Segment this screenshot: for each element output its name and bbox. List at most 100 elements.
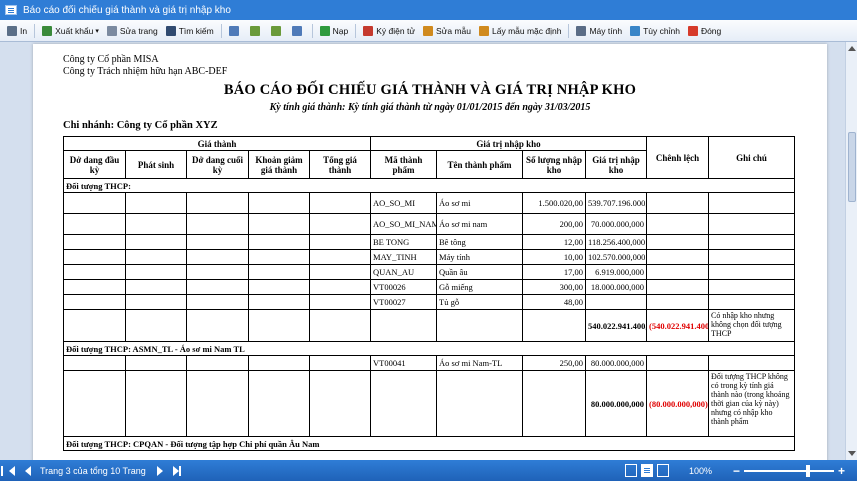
zoom-out-icon[interactable]: − <box>733 464 740 478</box>
cost-cell <box>308 249 372 265</box>
product-code: AO_SO_MI <box>370 192 438 214</box>
cost-cell <box>308 234 372 250</box>
view2-button[interactable] <box>246 22 267 40</box>
next-page-icon[interactable] <box>156 465 163 476</box>
cost-cell <box>248 249 310 265</box>
cost-cell <box>248 192 310 214</box>
cost-cell <box>308 279 372 295</box>
cost-cell <box>125 279 187 295</box>
cost-cell <box>186 355 249 371</box>
diff-cell <box>646 355 710 371</box>
product-name: Áo sơ mi nam <box>436 213 524 235</box>
toolbar-label: Ký điện tử <box>376 25 416 36</box>
search-button[interactable]: Tìm kiếm <box>162 22 218 40</box>
zoom-slider-knob[interactable] <box>805 464 810 477</box>
header-product-code: Mã thành phẩm <box>370 150 438 179</box>
template-edit-icon <box>423 25 434 36</box>
product-code: VT00027 <box>370 294 438 310</box>
empty-cell <box>308 370 372 437</box>
toolbar-label: Sửa trang <box>119 25 158 36</box>
edit-page-button[interactable]: Sửa trang <box>103 22 162 40</box>
print-button[interactable]: In <box>3 22 31 40</box>
cost-cell <box>125 234 187 250</box>
view-multi-page-icon[interactable] <box>656 464 669 477</box>
diff-cell <box>646 192 710 214</box>
customize-icon <box>630 25 641 36</box>
last-page-icon[interactable] <box>172 465 181 476</box>
previous-page-icon[interactable] <box>25 465 31 476</box>
sign-button[interactable]: Ký điện tử <box>359 22 419 40</box>
view-single-page-icon[interactable] <box>624 464 637 477</box>
scroll-up-icon[interactable] <box>848 46 856 51</box>
header-opening-wip: Dở dang đầu kỳ <box>63 150 126 179</box>
cost-cell <box>63 279 126 295</box>
scroll-down-icon[interactable] <box>848 451 856 456</box>
table-row: VT00041 Áo sơ mi Nam-TL 250,00 80.000.000,0… <box>63 355 796 371</box>
empty-cell <box>436 309 524 342</box>
total-row: 80.000.000,000 (80.000.000,000) Đối tượng … <box>63 370 796 437</box>
table-row: AO_SO_MI_NAM Áo sơ mi nam 200,00 70.000.000… <box>63 213 796 235</box>
customize-button[interactable]: Tùy chỉnh <box>626 22 684 40</box>
table-row: VT00026 Gỗ miếng 300,00 18.000.000,000 <box>63 279 796 295</box>
zoom-slider[interactable] <box>743 464 834 477</box>
header-quantity: Số lượng nhập kho <box>522 150 587 179</box>
cost-cell <box>308 264 372 280</box>
view1-button[interactable] <box>225 22 246 40</box>
toolbar: In Xuất khẩu ▾ Sửa trang Tìm kiếm Nạp Ký điện … <box>0 20 857 42</box>
report-title: BÁO CÁO ĐỐI CHIẾU GIÁ THÀNH VÀ GIÁ TRỊ N… <box>223 82 637 98</box>
empty-cell <box>436 370 524 437</box>
empty-cell <box>308 309 372 342</box>
group-row: Đối tượng THCP: CPQAN - Đối tượng tập hợ… <box>62 436 796 451</box>
toolbar-separator <box>355 23 357 38</box>
default-template-button[interactable]: Lấy mẫu mặc định <box>475 22 565 40</box>
refresh-icon <box>319 25 330 36</box>
product-name: Áo sơ mi Nam-TL <box>436 355 524 371</box>
printer-icon <box>7 25 17 36</box>
note-cell <box>708 355 796 371</box>
empty-cell <box>125 309 187 342</box>
status-bar: Trang 3 của tổng 10 Trang 100% − + <box>0 460 857 481</box>
view4-button[interactable] <box>288 22 309 40</box>
cost-cell <box>125 355 187 371</box>
diff-cell <box>646 279 710 295</box>
edit-template-button[interactable]: Sửa mẫu <box>419 22 475 40</box>
group-row: Đối tượng THCP: ASMN_TL - Áo sơ mi Nam T… <box>62 341 796 356</box>
branch-name: Chi nhánh: Công ty Cổ phần XYZ <box>63 120 218 131</box>
quantity: 300,00 <box>522 279 587 295</box>
export-button[interactable]: Xuất khẩu ▾ <box>38 22 103 40</box>
header-product-name: Tên thành phẩm <box>436 150 524 179</box>
close-button[interactable]: Đóng <box>684 22 725 40</box>
chevron-down-icon[interactable]: ▾ <box>95 27 99 35</box>
note-cell <box>708 192 796 214</box>
table-row: VT00027 Tủ gỗ 48,00 <box>63 294 796 310</box>
company-name-1: Công ty Cổ phần MISA <box>63 54 159 65</box>
cost-cell <box>308 192 372 214</box>
scroll-thumb[interactable] <box>848 132 856 202</box>
company-name-2: Công ty Trách nhiệm hữu hạn ABC-DEF <box>63 66 228 77</box>
toolbar-separator <box>568 23 570 38</box>
first-page-icon[interactable] <box>1 465 15 476</box>
report-period: Kỳ tính giá thành: Kỳ tính giá thành từ … <box>269 102 591 113</box>
grid-icon <box>291 25 302 36</box>
binoculars-icon <box>165 25 176 36</box>
calculator-button[interactable]: Máy tính <box>572 22 626 40</box>
table-row: MAY_TINH Máy tính 10,00 102.570.000,000 <box>63 249 796 265</box>
note-cell <box>708 279 796 295</box>
cost-cell <box>186 213 249 235</box>
page-icon <box>249 25 260 36</box>
report-viewer[interactable]: Công ty Cổ phần MISA Công ty Trách nhiệm… <box>0 42 845 460</box>
view3-button[interactable] <box>267 22 288 40</box>
cost-cell <box>186 192 249 214</box>
diff-cell <box>646 234 710 250</box>
header-stock-group: Giá trị nhập kho <box>370 136 648 151</box>
view-continuous-icon[interactable] <box>640 464 653 477</box>
total-note: Đối tượng THCP không có trong kỳ tính gi… <box>708 370 796 437</box>
product-code: MAY_TINH <box>370 249 438 265</box>
export-icon <box>42 25 53 36</box>
product-name: Quần âu <box>436 264 524 280</box>
total-diff: (80.000.000,000) <box>646 370 710 437</box>
load-button[interactable]: Nạp <box>316 22 353 40</box>
zoom-in-icon[interactable]: + <box>838 464 845 478</box>
cost-cell <box>248 264 310 280</box>
vertical-scrollbar[interactable] <box>845 42 857 460</box>
